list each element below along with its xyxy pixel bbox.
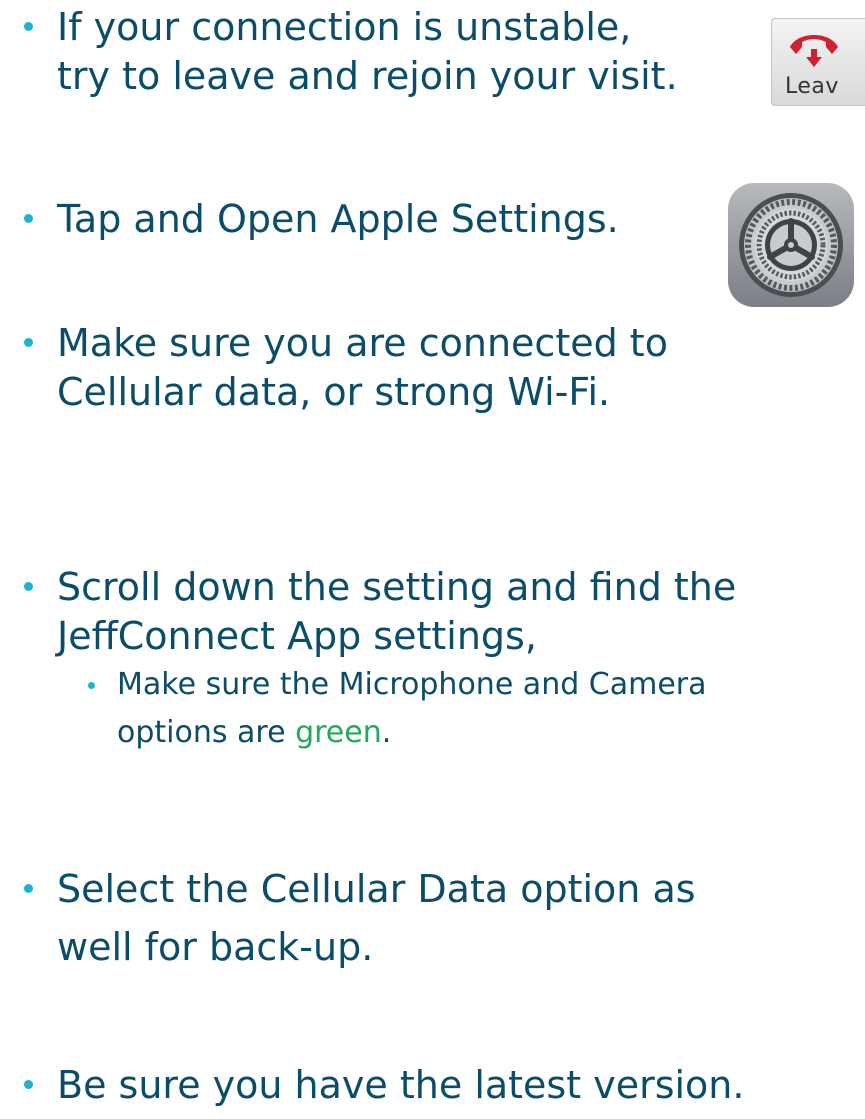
scroll-text-line-2: JeffConnect App settings, xyxy=(57,614,537,658)
connection-text-line-2: try to leave and rejoin your visit. xyxy=(57,54,678,98)
bullet-marker xyxy=(24,22,33,31)
leave-button: Leav xyxy=(771,18,865,106)
bullet-marker xyxy=(24,884,33,893)
cellular-text-line-1: Select the Cellular Data option as xyxy=(57,867,696,911)
settings-gear-icon xyxy=(728,183,854,307)
bullet-marker xyxy=(24,338,33,347)
settings-text-line-1: Tap and Open Apple Settings. xyxy=(57,197,619,241)
bullet-marker xyxy=(24,214,33,223)
permissions-text-prefix: options are xyxy=(117,715,296,750)
permissions-text-suffix: . xyxy=(381,715,392,750)
permissions-text-line-2: options are green. xyxy=(117,716,391,750)
bullet-marker xyxy=(24,582,33,591)
network-text-line-1: Make sure you are connected to xyxy=(57,321,668,365)
network-text-line-2: Cellular data, or strong Wi-Fi. xyxy=(57,370,611,414)
version-text-line-1: Be sure you have the latest version. xyxy=(57,1063,745,1107)
bullet-marker xyxy=(24,1080,33,1089)
green-highlight-text: green xyxy=(295,715,382,750)
sub-bullet-marker xyxy=(88,682,95,689)
phone-hangup-icon xyxy=(790,35,838,67)
permissions-text-line-1: Make sure the Microphone and Camera xyxy=(117,667,707,702)
connection-text-line-1: If your connection is unstable, xyxy=(57,5,632,49)
cellular-text-line-2: well for back-up. xyxy=(57,925,374,969)
leave-button-label: Leav xyxy=(785,74,839,99)
scroll-text-line-1: Scroll down the setting and find the xyxy=(57,565,737,609)
